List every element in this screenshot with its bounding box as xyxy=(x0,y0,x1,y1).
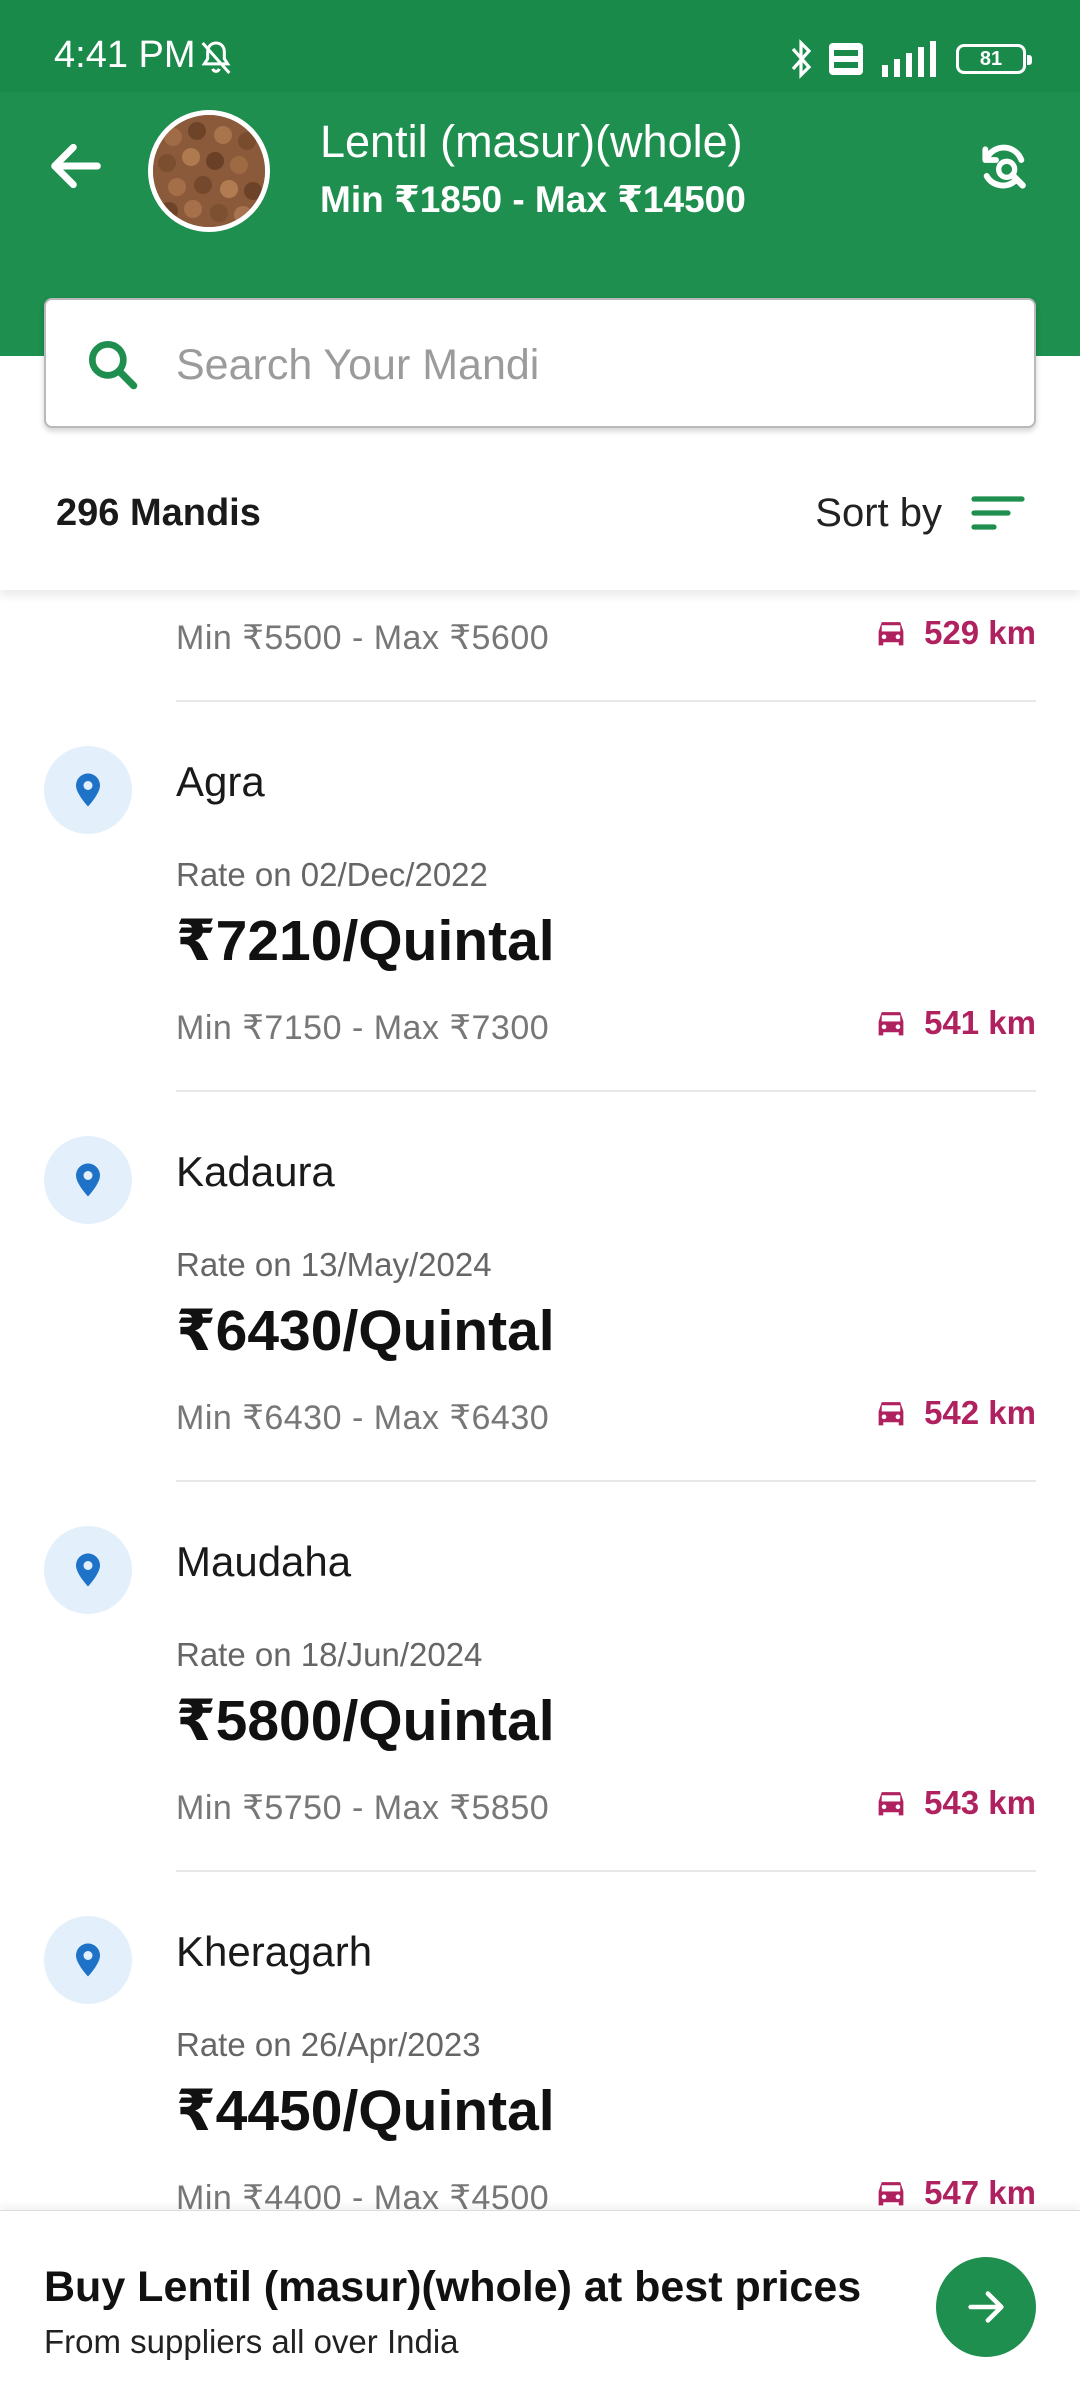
battery-level: 81 xyxy=(979,47,1003,70)
distance-value: 543 km xyxy=(924,1784,1036,1821)
status-bar: 4:41 PM 81 xyxy=(0,0,1080,92)
modal-price: ₹6430/Quintal xyxy=(176,1299,555,1363)
distance: 542 km xyxy=(872,1394,1036,1432)
mandi-name[interactable]: Agra xyxy=(176,758,265,806)
arrow-right-icon xyxy=(968,2291,1004,2323)
mandi-name[interactable]: Kadaura xyxy=(176,1148,335,1196)
rate-date: Rate on 13/May/2024 xyxy=(176,1246,492,1283)
distance-value: 541 km xyxy=(924,1004,1036,1041)
battery-icon: 81 xyxy=(956,44,1032,74)
price-range-text: Min ₹5500 - Max ₹5600 xyxy=(176,619,550,657)
distance-value: 547 km xyxy=(924,2174,1036,2210)
location-pin-icon xyxy=(44,746,132,834)
sort-icon xyxy=(971,496,1025,530)
distance: 547 km xyxy=(872,2174,1036,2210)
divider xyxy=(176,1870,1036,1872)
list-header: 296 Mandis Sort by xyxy=(0,456,1080,590)
distance-value: 529 km xyxy=(924,614,1036,651)
distance: 529 km xyxy=(872,614,1036,652)
search-icon xyxy=(88,340,138,390)
modal-price: ₹4450/Quintal xyxy=(176,2079,555,2143)
search-box[interactable] xyxy=(44,298,1036,428)
commodity-image xyxy=(148,110,270,232)
app-bar: Lentil (masur)(whole) Min ₹1850 - Max ₹1… xyxy=(0,92,1080,252)
sort-label: Sort by xyxy=(815,490,942,535)
price-range-text: Min ₹6430 - Max ₹6430 xyxy=(176,1399,550,1437)
divider xyxy=(176,1090,1036,1092)
mandi-list[interactable]: Min ₹5500 - Max ₹5600 529 km Agra Rate o… xyxy=(0,590,1080,2210)
mandi-name[interactable]: Maudaha xyxy=(176,1538,351,1586)
search-input[interactable] xyxy=(176,330,996,400)
distance: 541 km xyxy=(872,1004,1036,1042)
car-icon xyxy=(878,1402,904,1426)
buy-banner[interactable]: Buy Lentil (masur)(whole) at best prices… xyxy=(0,2210,1080,2400)
location-pin-icon xyxy=(44,1526,132,1614)
banner-title: Buy Lentil (masur)(whole) at best prices xyxy=(44,2263,862,2311)
price-range-text: Min ₹5750 - Max ₹5850 xyxy=(176,1789,550,1827)
divider xyxy=(176,700,1036,702)
bell-muted-icon xyxy=(201,41,231,74)
car-icon xyxy=(878,622,904,646)
refresh-search-icon[interactable] xyxy=(972,136,1036,200)
commodity-title: Lentil (masur)(whole) xyxy=(320,116,743,167)
rate-date: Rate on 02/Dec/2022 xyxy=(176,856,488,893)
back-arrow-icon[interactable] xyxy=(44,134,108,198)
distance: 543 km xyxy=(872,1784,1036,1822)
modal-price: ₹5800/Quintal xyxy=(176,1689,555,1753)
bluetooth-icon xyxy=(791,39,812,79)
car-icon xyxy=(878,1792,904,1816)
location-pin-icon xyxy=(44,1136,132,1224)
divider xyxy=(176,1480,1036,1482)
car-icon xyxy=(878,2182,904,2206)
price-range: Min ₹1850 - Max ₹14500 xyxy=(320,179,746,220)
lentil-image xyxy=(153,115,265,227)
mandi-count: 296 Mandis xyxy=(56,492,261,534)
price-range-text: Min ₹7150 - Max ₹7300 xyxy=(176,1009,550,1047)
modal-price: ₹7210/Quintal xyxy=(176,909,555,973)
car-icon xyxy=(878,1012,904,1036)
location-pin-icon xyxy=(44,1916,132,2004)
signal-icon xyxy=(882,41,936,77)
status-time: 4:41 PM xyxy=(54,34,196,76)
price-range-text: Min ₹4400 - Max ₹4500 xyxy=(176,2179,550,2210)
banner-subtitle: From suppliers all over India xyxy=(44,2323,459,2360)
volte-icon xyxy=(829,43,863,75)
sort-button[interactable]: Sort by xyxy=(815,484,1026,542)
distance-value: 542 km xyxy=(924,1394,1036,1431)
banner-arrow-button[interactable] xyxy=(936,2257,1036,2357)
mandi-name[interactable]: Kheragarh xyxy=(176,1928,372,1976)
rate-date: Rate on 26/Apr/2023 xyxy=(176,2026,481,2063)
rate-date: Rate on 18/Jun/2024 xyxy=(176,1636,483,1673)
status-icons: 81 xyxy=(788,36,1032,82)
